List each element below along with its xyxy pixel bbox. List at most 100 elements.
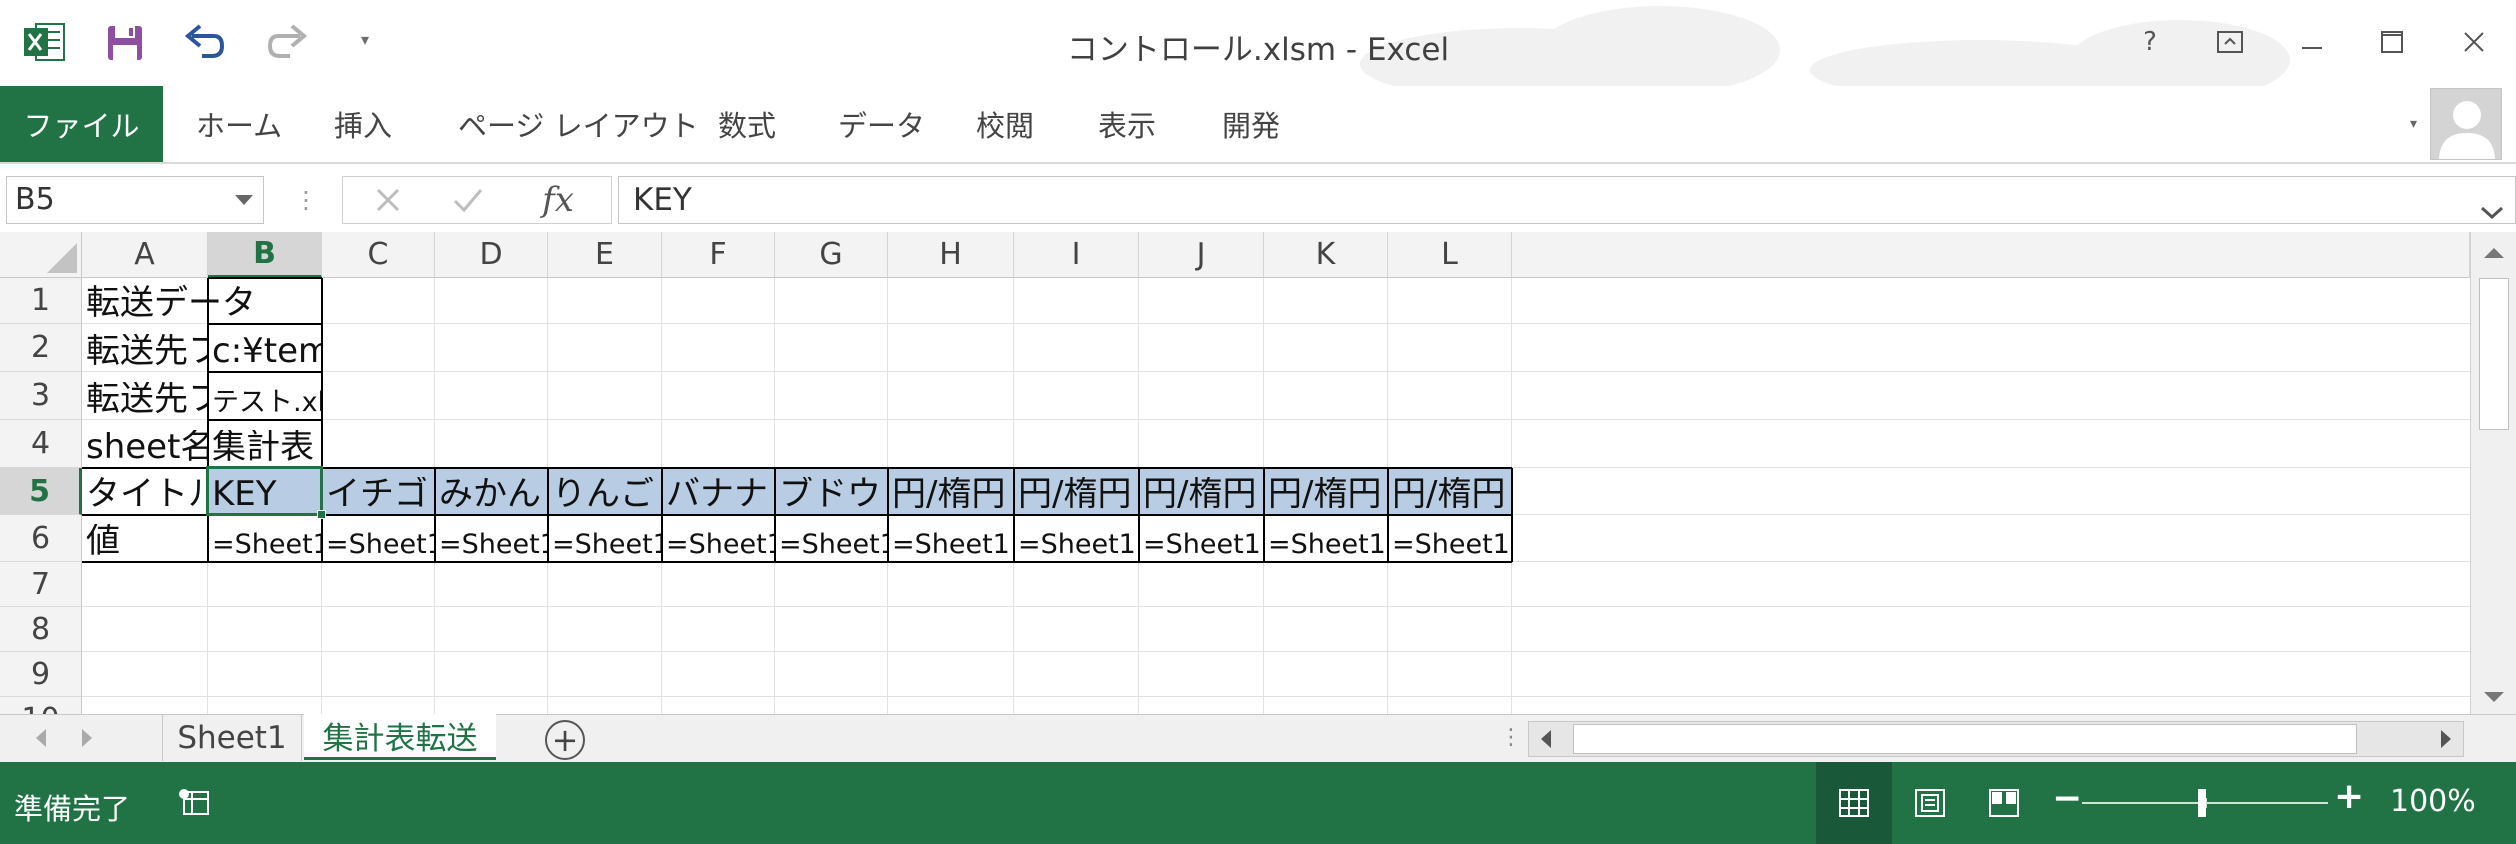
tab-data[interactable]: データ xyxy=(822,86,925,162)
row-header-4[interactable]: 4 xyxy=(0,420,82,468)
name-box-dropdown-icon[interactable] xyxy=(235,195,253,205)
tab-developer[interactable]: 開発 xyxy=(1206,86,1280,162)
page-break-preview-icon[interactable] xyxy=(1966,762,2042,844)
macro-record-icon[interactable] xyxy=(178,788,212,822)
column-header-j[interactable]: J xyxy=(1139,232,1264,278)
tab-review[interactable]: 校閲 xyxy=(960,86,1034,162)
normal-view-icon[interactable] xyxy=(1816,762,1892,844)
user-avatar[interactable] xyxy=(2430,88,2502,160)
minimize-icon[interactable] xyxy=(2280,14,2344,70)
maximize-icon[interactable] xyxy=(2360,14,2424,70)
column-header-c[interactable]: C xyxy=(322,232,435,278)
previous-sheet-icon[interactable] xyxy=(36,729,46,747)
scroll-down-arrow-icon[interactable] xyxy=(2484,692,2504,702)
row-header-10[interactable]: 10 xyxy=(0,697,82,714)
row-header-9[interactable]: 9 xyxy=(0,652,82,697)
row-header-5[interactable]: 5 xyxy=(0,468,82,515)
insert-function-icon[interactable]: fx xyxy=(518,177,598,223)
scroll-up-arrow-icon[interactable] xyxy=(2484,248,2504,258)
scroll-split-grip-icon[interactable]: ⋮ xyxy=(1500,725,1522,750)
worksheet-grid[interactable]: ABCDEFGHIJKL 12345678910 転送データ転送先フォルダc:¥… xyxy=(0,232,2516,714)
row-header-2[interactable]: 2 xyxy=(0,324,82,372)
cell-c6[interactable]: =Sheet1!G3 xyxy=(326,531,434,558)
cell-f5[interactable]: バナナ xyxy=(666,477,774,511)
confirm-entry-icon[interactable] xyxy=(433,177,503,223)
cell-g6[interactable]: =Sheet1!G7 xyxy=(779,531,887,558)
column-header-l[interactable]: L xyxy=(1388,232,1512,278)
cell-k5[interactable]: 円/楕円 23 xyxy=(1268,477,1387,511)
cell-b4[interactable]: 集計表 xyxy=(212,430,321,464)
cell-d6[interactable]: =Sheet1!G4 xyxy=(439,531,547,558)
cell-a1[interactable]: 転送データ xyxy=(86,286,256,320)
column-header-b[interactable]: B xyxy=(208,232,322,278)
column-header-overflow[interactable] xyxy=(1512,232,2470,278)
cell-a3[interactable]: 転送先ファイル xyxy=(86,382,207,416)
zoom-slider-thumb[interactable] xyxy=(2198,789,2206,817)
cell-b2[interactable]: c:¥temp¥e: xyxy=(212,334,321,368)
help-button[interactable]: ? xyxy=(2118,14,2182,70)
row-header-6[interactable]: 6 xyxy=(0,515,82,562)
column-header-f[interactable]: F xyxy=(662,232,775,278)
close-icon[interactable] xyxy=(2442,14,2506,70)
tab-page-layout[interactable]: ページ レイアウト xyxy=(442,86,699,162)
cell-e6[interactable]: =Sheet1!G5 xyxy=(552,531,661,558)
horizontal-scrollbar[interactable] xyxy=(1528,721,2464,757)
formula-input[interactable]: KEY xyxy=(618,176,2516,224)
cell-h6[interactable]: =Sheet1!D12 xyxy=(892,531,1013,558)
horizontal-scroll-thumb[interactable] xyxy=(1573,724,2357,754)
row-header-3[interactable]: 3 xyxy=(0,372,82,420)
ribbon-display-options-icon[interactable] xyxy=(2198,14,2262,70)
row-header-8[interactable]: 8 xyxy=(0,607,82,652)
tab-file[interactable]: ファイル xyxy=(0,86,163,162)
cell-j5[interactable]: 円/楕円 22 xyxy=(1143,477,1263,511)
tab-view[interactable]: 表示 xyxy=(1082,86,1156,162)
scroll-right-arrow-icon[interactable] xyxy=(2441,730,2451,748)
cell-i6[interactable]: =Sheet1!D13 xyxy=(1018,531,1138,558)
sheet-tab-summary-transfer[interactable]: 集計表転送 xyxy=(304,714,496,760)
cell-l6[interactable]: =Sheet1!D16 xyxy=(1392,531,1511,558)
name-box[interactable]: B5 xyxy=(6,176,264,224)
zoom-level[interactable]: 100% xyxy=(2390,784,2476,819)
scroll-left-arrow-icon[interactable] xyxy=(1541,730,1551,748)
column-header-i[interactable]: I xyxy=(1014,232,1139,278)
fill-handle[interactable] xyxy=(317,510,326,519)
new-sheet-plus-icon[interactable]: + xyxy=(545,720,585,760)
cancel-entry-icon[interactable] xyxy=(353,177,423,223)
ribbon-options-chevron-icon[interactable]: ▾ xyxy=(2410,116,2417,132)
column-header-g[interactable]: G xyxy=(775,232,888,278)
column-header-k[interactable]: K xyxy=(1264,232,1388,278)
cell-e5[interactable]: りんご xyxy=(552,477,661,511)
column-header-h[interactable]: H xyxy=(888,232,1014,278)
column-header-e[interactable]: E xyxy=(548,232,662,278)
column-header-a[interactable]: A xyxy=(82,232,208,278)
cell-j6[interactable]: =Sheet1!D14 xyxy=(1143,531,1263,558)
cell-d5[interactable]: みかん xyxy=(439,477,547,511)
expand-formula-bar-icon[interactable] xyxy=(2479,189,2505,235)
row-header-1[interactable]: 1 xyxy=(0,278,82,324)
zoom-in-button[interactable]: + xyxy=(2334,776,2364,817)
vertical-scrollbar[interactable] xyxy=(2470,232,2516,714)
cell-c5[interactable]: イチゴ xyxy=(326,477,434,511)
cell-h5[interactable]: 円/楕円 20 xyxy=(892,477,1013,511)
cell-a4[interactable]: sheet名 xyxy=(86,430,207,464)
cell-b6[interactable]: =Sheet1!B1 xyxy=(212,531,321,558)
cell-b3[interactable]: テスト.xlsx xyxy=(212,389,321,416)
row-header-7[interactable]: 7 xyxy=(0,562,82,607)
select-all-button[interactable] xyxy=(0,232,82,278)
sheet-tab-sheet1[interactable]: Sheet1 xyxy=(162,715,302,761)
cell-k6[interactable]: =Sheet1!D15 xyxy=(1268,531,1387,558)
zoom-out-button[interactable]: − xyxy=(2052,778,2082,819)
tab-formulas[interactable]: 数式 xyxy=(702,86,776,162)
cell-a2[interactable]: 転送先フォルダ xyxy=(86,334,207,368)
page-layout-view-icon[interactable] xyxy=(1892,762,1968,844)
cell-l5[interactable]: 円/楕円 24 xyxy=(1392,477,1511,511)
cell-a5[interactable]: タイトル xyxy=(86,477,207,511)
tab-home[interactable]: ホーム xyxy=(180,86,282,162)
cell-a6[interactable]: 値 xyxy=(86,524,207,558)
tab-insert[interactable]: 挿入 xyxy=(318,86,392,162)
column-header-d[interactable]: D xyxy=(435,232,548,278)
cell-f6[interactable]: =Sheet1!G6 xyxy=(666,531,774,558)
vertical-scroll-thumb[interactable] xyxy=(2479,278,2509,430)
next-sheet-icon[interactable] xyxy=(82,729,92,747)
formula-bar-grip-icon[interactable]: ⋮ xyxy=(294,186,318,214)
